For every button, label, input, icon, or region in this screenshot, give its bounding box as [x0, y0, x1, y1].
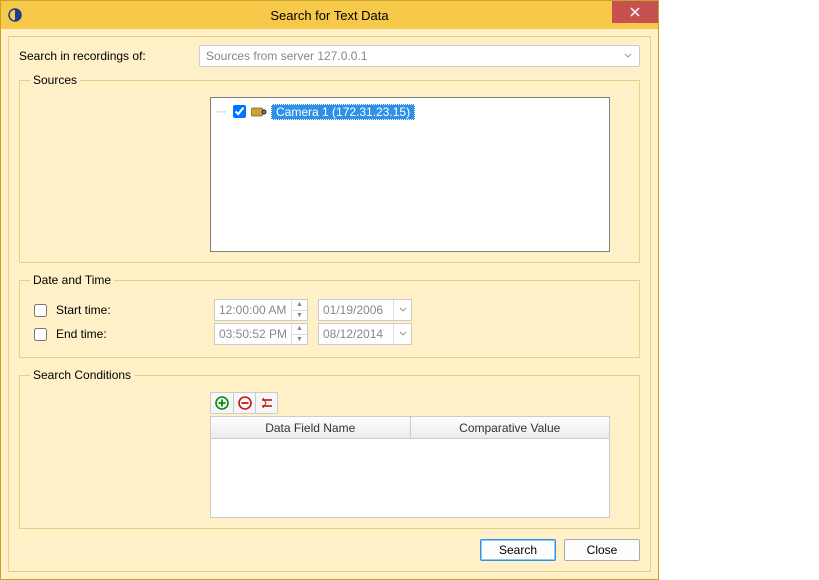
titlebar[interactable]: Search for Text Data — [1, 1, 658, 29]
start-date-input[interactable]: 01/19/2006 — [318, 299, 412, 321]
camera-icon — [251, 106, 269, 118]
end-time-checkbox[interactable] — [34, 328, 47, 341]
end-date-input[interactable]: 08/12/2014 — [318, 323, 412, 345]
column-field-name[interactable]: Data Field Name — [211, 417, 411, 439]
datetime-group: Date and Time Start time: 12:00:00 AM ▲ … — [19, 273, 640, 358]
start-time-spinner[interactable]: ▲ ▼ — [291, 300, 307, 320]
clear-conditions-button[interactable] — [255, 393, 277, 413]
spin-up-icon[interactable]: ▲ — [292, 324, 307, 335]
recordings-selected: Sources from server 127.0.0.1 — [206, 49, 367, 63]
sources-tree[interactable]: ···· Camera 1 (172.31.23.15) — [210, 97, 610, 252]
tree-item[interactable]: ···· Camera 1 (172.31.23.15) — [215, 102, 605, 121]
end-time-spinner[interactable]: ▲ ▼ — [291, 324, 307, 344]
conditions-table[interactable]: Data Field Name Comparative Value — [210, 416, 610, 518]
conditions-group: Search Conditions — [19, 368, 640, 529]
end-time-input[interactable]: 03:50:52 PM ▲ ▼ — [214, 323, 308, 345]
close-window-button[interactable] — [612, 1, 658, 23]
source-checkbox[interactable] — [233, 105, 246, 118]
conditions-legend: Search Conditions — [30, 368, 134, 382]
search-button[interactable]: Search — [480, 539, 556, 561]
spin-down-icon[interactable]: ▼ — [292, 335, 307, 345]
end-time-value: 03:50:52 PM — [219, 327, 287, 341]
app-icon — [7, 7, 23, 23]
start-time-value: 12:00:00 AM — [219, 303, 286, 317]
sources-group: Sources ···· Camera 1 (172.31.23.15) — [19, 73, 640, 263]
start-time-input[interactable]: 12:00:00 AM ▲ ▼ — [214, 299, 308, 321]
conditions-toolbar — [210, 392, 278, 414]
sources-legend: Sources — [30, 73, 80, 87]
minus-icon — [238, 396, 252, 410]
table-body[interactable] — [211, 439, 609, 517]
dialog-window: Search for Text Data Search in recording… — [0, 0, 659, 580]
recordings-select[interactable]: Sources from server 127.0.0.1 — [199, 45, 640, 67]
chevron-down-icon[interactable] — [393, 300, 411, 320]
footer: Search Close — [19, 539, 640, 561]
plus-icon — [215, 396, 229, 410]
chevron-down-icon — [621, 49, 635, 63]
tree-connector: ···· — [215, 106, 227, 118]
chevron-down-icon[interactable] — [393, 324, 411, 344]
start-date-value: 01/19/2006 — [323, 303, 383, 317]
clear-icon — [260, 396, 274, 410]
dialog-content: Search in recordings of: Sources from se… — [1, 29, 658, 579]
close-icon — [630, 7, 640, 17]
table-header: Data Field Name Comparative Value — [211, 417, 609, 439]
start-time-label: Start time: — [56, 303, 111, 317]
close-button[interactable]: Close — [564, 539, 640, 561]
spin-up-icon[interactable]: ▲ — [292, 300, 307, 311]
start-time-checkbox[interactable] — [34, 304, 47, 317]
column-comparative-value[interactable]: Comparative Value — [411, 417, 610, 439]
datetime-legend: Date and Time — [30, 273, 114, 287]
window-title: Search for Text Data — [1, 8, 658, 23]
spin-down-icon[interactable]: ▼ — [292, 311, 307, 321]
end-time-label: End time: — [56, 327, 107, 341]
end-date-value: 08/12/2014 — [323, 327, 383, 341]
source-label[interactable]: Camera 1 (172.31.23.15) — [271, 104, 415, 120]
recordings-label: Search in recordings of: — [19, 49, 199, 63]
add-condition-button[interactable] — [211, 393, 233, 413]
remove-condition-button[interactable] — [233, 393, 255, 413]
